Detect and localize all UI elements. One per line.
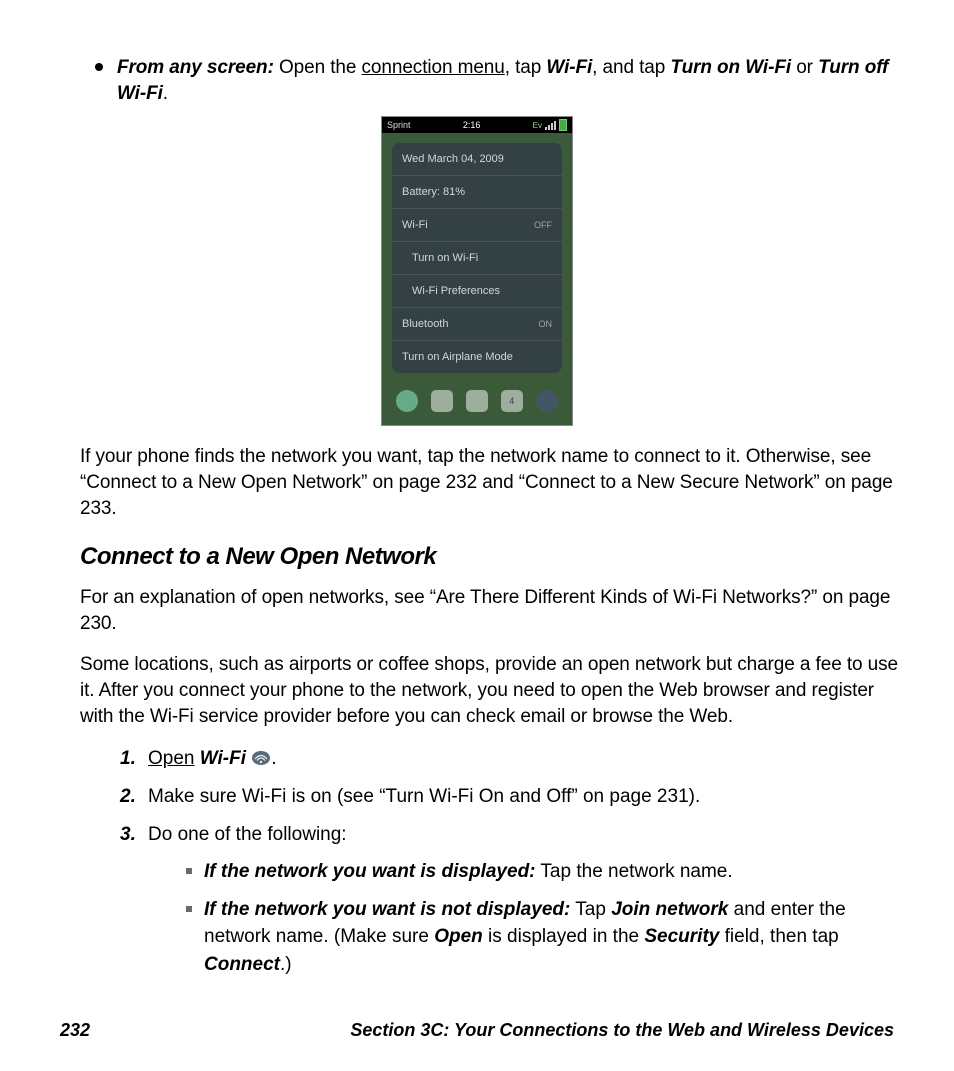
steps-list: 1. Open Wi-Fi . 2. Make sure Wi-Fi is on… [120,745,899,978]
wifi-state: OFF [534,220,552,230]
page-number: 232 [60,1020,90,1041]
sub-item-displayed: If the network you want is displayed: Ta… [186,858,899,886]
menu-bluetooth[interactable]: BluetoothON [392,308,562,341]
text: , tap [505,57,547,78]
text: . [271,748,276,769]
text: , and tap [592,57,670,78]
dock-launcher-icon[interactable] [536,390,558,412]
battery-icon [559,119,567,131]
menu-battery: Battery: 81% [392,176,562,209]
step-text: Do one of the following: [148,824,347,845]
heading-connect-open: Connect to a New Open Network [80,543,899,571]
menu-wifi[interactable]: Wi-FiOFF [392,209,562,242]
turn-on-wifi-label: Turn on Wi-Fi [670,57,791,78]
bullet-text: From any screen: Open the connection men… [117,55,889,106]
bullet-icon [186,906,192,912]
menu-turn-on-wifi[interactable]: Turn on Wi-Fi [392,242,562,275]
menu-airplane[interactable]: Turn on Airplane Mode [392,341,562,373]
para-after-image: If your phone finds the network you want… [80,444,899,521]
wifi-label: Wi-Fi [546,57,592,78]
dock-phone-icon[interactable] [396,390,418,412]
connection-menu: Wed March 04, 2009 Battery: 81% Wi-FiOFF… [392,143,562,373]
signal-icon [545,121,556,130]
bullet-icon [95,63,103,71]
menu-wifi-prefs[interactable]: Wi-Fi Preferences [392,275,562,308]
step-number: 2. [120,783,136,811]
status-icons: Ev [533,119,567,131]
footer: 232 Section 3C: Your Connections to the … [55,1020,899,1041]
phone-frame: Sprint 2:16 Ev Wed March 04, 2009 Batter… [381,116,573,426]
link-open[interactable]: Open [148,748,194,769]
dock-calendar-icon[interactable]: 4 [501,390,523,412]
step-number: 3. [120,821,136,849]
text: or [791,57,818,78]
ev-icon: Ev [533,121,542,130]
section-title: Section 3C: Your Connections to the Web … [350,1020,894,1041]
step-number: 1. [120,745,136,773]
sub-list: If the network you want is displayed: Ta… [186,858,899,978]
menu-date: Wed March 04, 2009 [392,143,562,176]
clock: 2:16 [411,120,533,130]
bullet-icon [186,868,192,874]
para-explain: For an explanation of open networks, see… [80,585,899,636]
sub-text: If the network you want is not displayed… [204,896,899,979]
carrier-label: Sprint [387,120,411,130]
phone-screenshot: Sprint 2:16 Ev Wed March 04, 2009 Batter… [55,116,899,426]
status-bar: Sprint 2:16 Ev [382,117,572,133]
step-1: 1. Open Wi-Fi . [120,745,899,773]
step-3: 3. Do one of the following: If the netwo… [120,821,899,979]
sub-text: If the network you want is displayed: Ta… [204,858,733,886]
dock-contacts-icon[interactable] [431,390,453,412]
lead-text: From any screen: [117,57,274,78]
step-2: 2. Make sure Wi-Fi is on (see “Turn Wi-F… [120,783,899,811]
text: . [163,83,168,104]
dock-email-icon[interactable] [466,390,488,412]
sub-item-not-displayed: If the network you want is not displayed… [186,896,899,979]
bt-state: ON [539,319,553,329]
para-locations: Some locations, such as airports or coff… [80,652,899,729]
page: From any screen: Open the connection men… [0,0,954,1071]
wifi-icon [251,747,271,763]
step-text: Make sure Wi-Fi is on (see “Turn Wi-Fi O… [148,786,700,807]
wifi-text: Wi-Fi [200,748,246,769]
text: Open the [274,57,362,78]
dock: 4 [382,383,572,425]
link-connection-menu[interactable]: connection menu [362,57,505,78]
bullet-from-any-screen: From any screen: Open the connection men… [95,55,889,106]
